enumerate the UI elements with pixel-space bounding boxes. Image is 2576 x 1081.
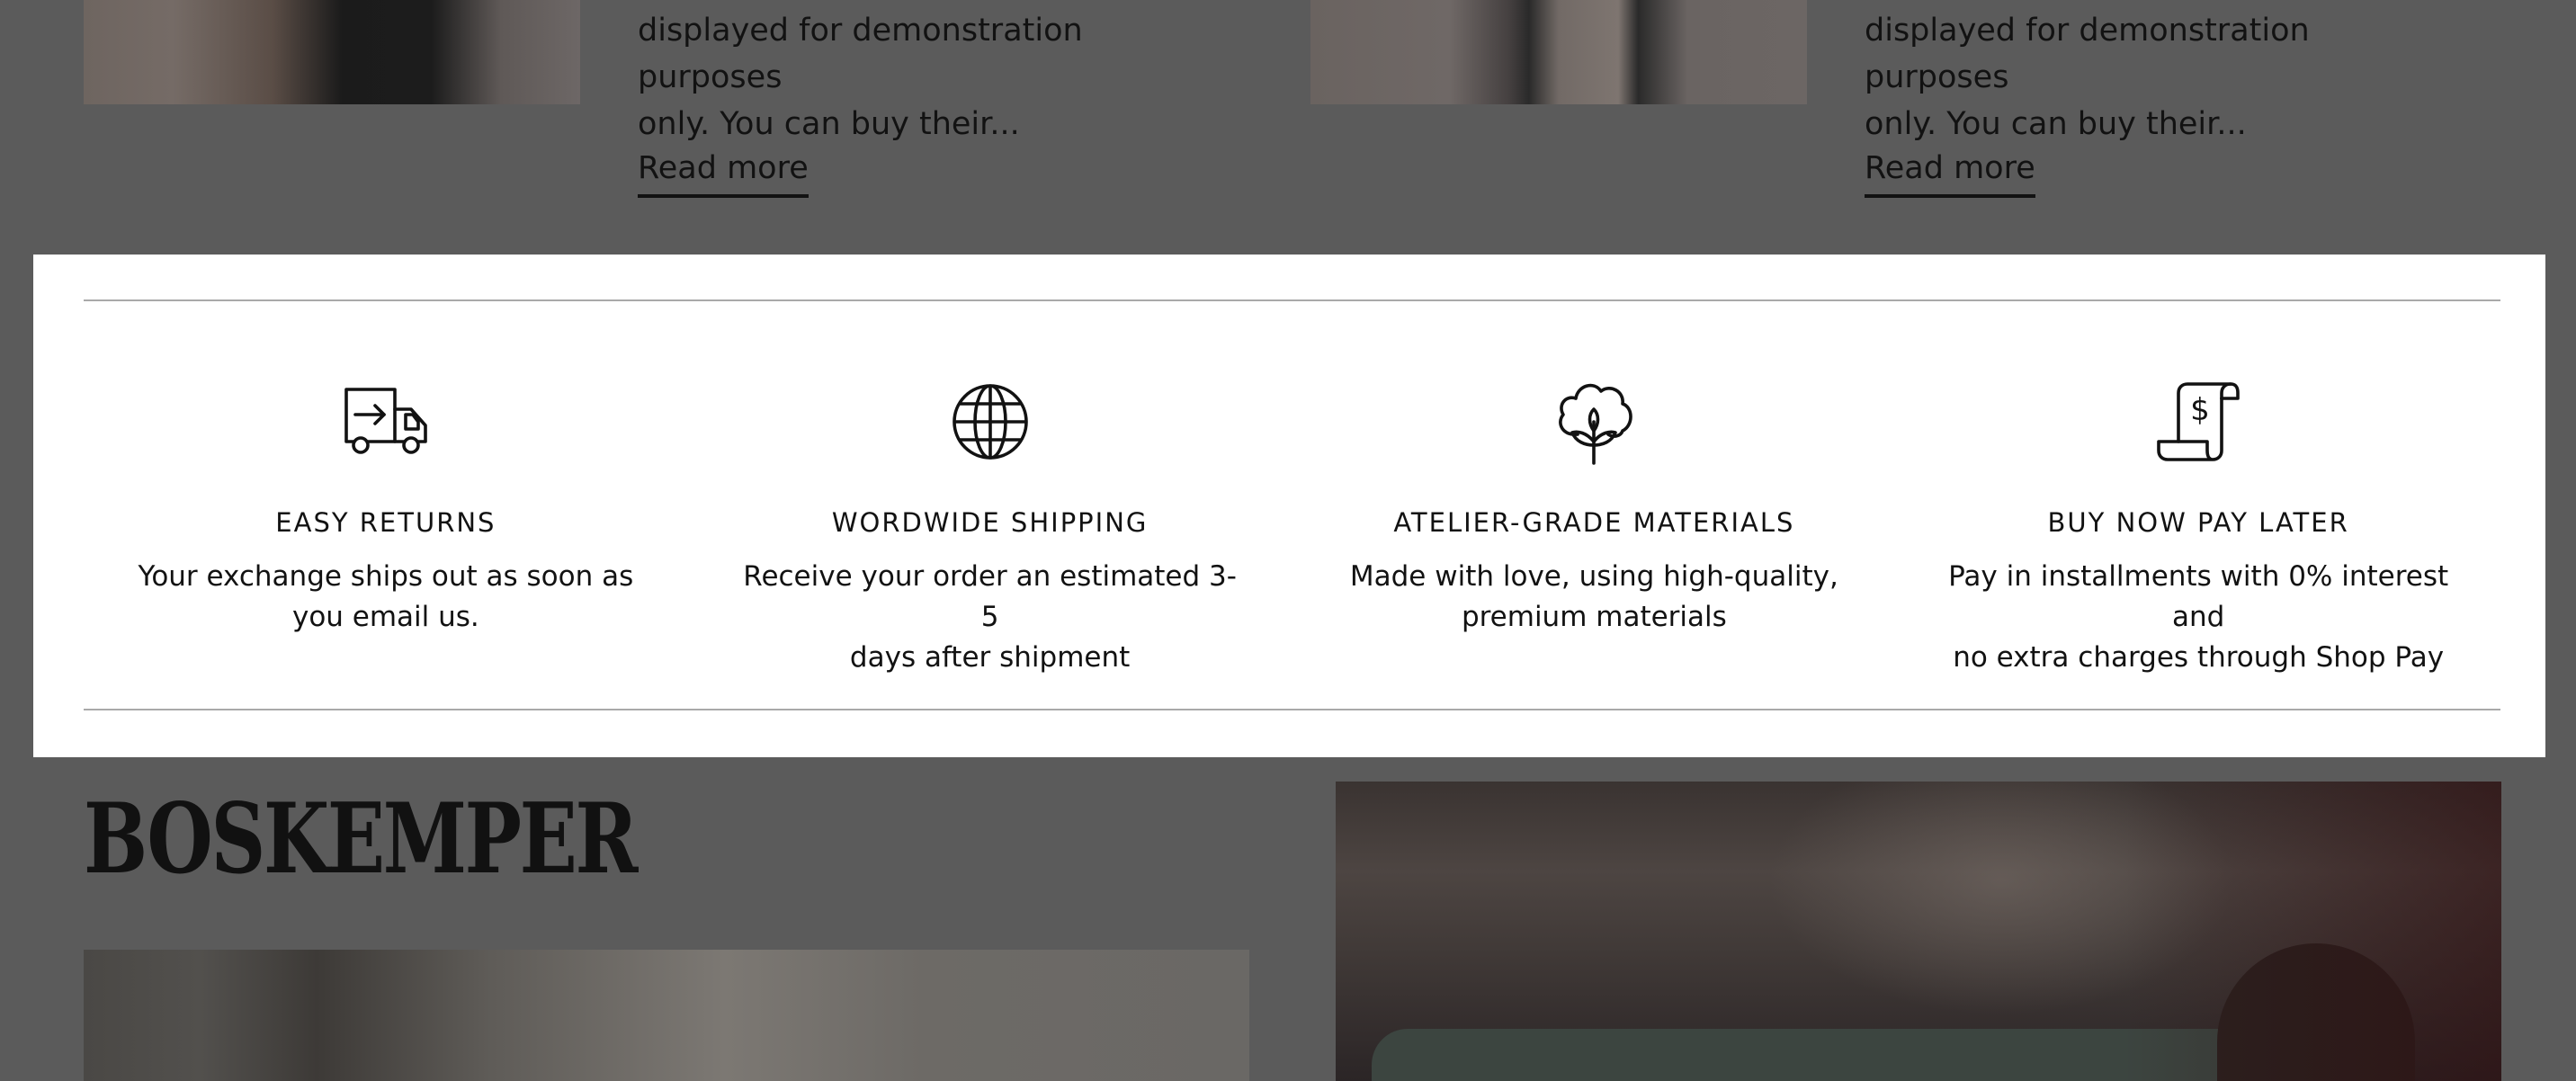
blog-post-excerpt: displayed for demonstration purposes onl… (638, 7, 1213, 147)
blog-post-excerpt-line: only. You can buy their... (1865, 106, 2247, 142)
feature-description: Made with love, using high-quality, prem… (1342, 557, 1846, 638)
blog-post-excerpt-line: only. You can buy their... (638, 106, 1020, 142)
feature-highlights-section: EASY RETURNS Your exchange ships out as … (33, 255, 2545, 757)
cotton-flower-icon (1551, 379, 1637, 465)
feature-description-line: no extra charges through Shop Pay (1953, 641, 2445, 674)
brand-heading: BOSKEMPER (84, 782, 639, 896)
feature-description: Your exchange ships out as soon as you e… (134, 557, 638, 638)
receipt-dollar-icon: $ (2155, 379, 2241, 465)
blog-post-excerpt-line: displayed for demonstration purposes (638, 13, 1083, 95)
feature-item-worldwide-shipping: WORDWIDE SHIPPING Receive your order an … (688, 301, 1292, 709)
feature-description-line: Your exchange ships out as soon as (138, 560, 634, 593)
blog-post-excerpt-line: displayed for demonstration purposes (1865, 13, 2310, 95)
feature-description-line: you email us. (291, 601, 479, 633)
feature-title: EASY RETURNS (275, 507, 496, 538)
read-more-link[interactable]: Read more (638, 146, 809, 198)
feature-title: ATELIER-GRADE MATERIALS (1393, 507, 1795, 538)
blog-post-image[interactable] (1310, 0, 1807, 104)
feature-title: BUY NOW PAY LATER (2047, 507, 2349, 538)
feature-item-easy-returns: EASY RETURNS Your exchange ships out as … (84, 301, 688, 709)
delivery-truck-icon (343, 379, 429, 465)
svg-text:$: $ (2190, 392, 2210, 428)
page: displayed for demonstration purposes onl… (0, 0, 2576, 1081)
blog-post-excerpt: displayed for demonstration purposes onl… (1865, 7, 2440, 147)
brand-hero-image[interactable] (1336, 782, 2501, 1081)
feature-description-line: premium materials (1461, 601, 1727, 633)
feature-description-line: days after shipment (849, 641, 1131, 674)
brand-lookbook-image[interactable] (84, 950, 1249, 1081)
feature-description: Receive your order an estimated 3-5 days… (738, 557, 1242, 678)
feature-item-buy-now-pay-later: $ BUY NOW PAY LATER Pay in installments … (1896, 301, 2500, 709)
feature-description-line: Receive your order an estimated 3-5 (743, 560, 1237, 633)
feature-description-line: Made with love, using high-quality, (1349, 560, 1838, 593)
feature-description: Pay in installments with 0% interest and… (1946, 557, 2450, 678)
feature-title: WORDWIDE SHIPPING (831, 507, 1149, 538)
blog-post-image[interactable] (84, 0, 580, 104)
globe-icon (947, 379, 1033, 465)
feature-item-atelier-materials: ATELIER-GRADE MATERIALS Made with love, … (1292, 301, 1897, 709)
divider (84, 709, 2500, 710)
feature-description-line: Pay in installments with 0% interest and (1948, 560, 2449, 633)
image-tone (2124, 782, 2501, 1081)
read-more-link[interactable]: Read more (1865, 146, 2035, 198)
feature-list: EASY RETURNS Your exchange ships out as … (84, 301, 2500, 709)
